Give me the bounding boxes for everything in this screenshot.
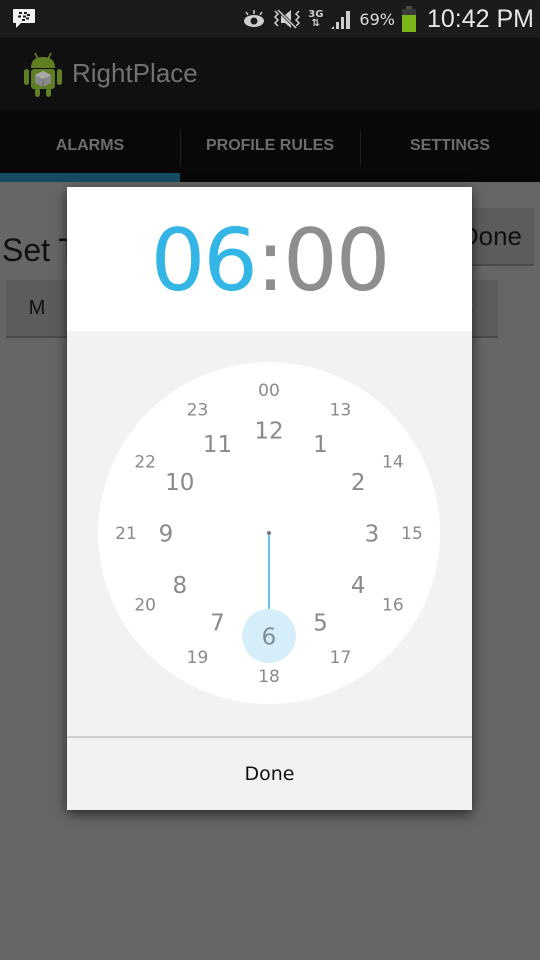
tab-settings[interactable]: SETTINGS (360, 110, 540, 182)
dial-number-inner-3[interactable]: 3 (365, 521, 380, 547)
dial-number-outer-13[interactable]: 13 (330, 400, 352, 420)
tab-alarms[interactable]: ALARMS (0, 110, 180, 182)
vibrate-mute-icon (274, 8, 301, 30)
dial-number-inner-7[interactable]: 7 (210, 610, 225, 636)
clock-face[interactable]: 121234567891011001314151617181920212223 (98, 362, 440, 704)
dial-number-outer-00[interactable]: 00 (258, 381, 280, 401)
time-separator: : (256, 211, 285, 311)
minutes-display[interactable]: 00 (283, 211, 390, 311)
dial-number-inner-6[interactable]: 6 (262, 624, 277, 650)
dial-number-inner-10[interactable]: 10 (165, 470, 194, 496)
dial-number-outer-16[interactable]: 16 (382, 596, 404, 616)
dial-number-outer-21[interactable]: 21 (115, 524, 137, 544)
dial-number-inner-12[interactable]: 12 (254, 418, 283, 444)
clock-dial[interactable]: 12 1 2 3 4 5 6 7 8 9 10 11 00 13 14 15 16 17 18 19 20 21 22 23 (98, 362, 440, 704)
blackberry-messenger-icon (13, 9, 35, 28)
done-button[interactable]: Done (67, 738, 472, 810)
app-title: RightPlace (72, 58, 198, 88)
dial-number-inner-8[interactable]: 8 (172, 573, 187, 599)
dial-number-inner-9[interactable]: 9 (159, 521, 174, 547)
dial-number-outer-14[interactable]: 14 (382, 453, 404, 473)
hours-display[interactable]: 06 (151, 211, 258, 311)
status-clock: 10:42 PM (426, 4, 534, 33)
dial-number-outer-19[interactable]: 19 (187, 648, 209, 668)
dial-number-outer-22[interactable]: 22 (134, 453, 156, 473)
tab-profile-rules[interactable]: PROFILE RULES (180, 110, 360, 182)
action-bar: RightPlace (0, 38, 540, 110)
dial-number-inner-4[interactable]: 4 (351, 573, 366, 599)
battery-percent: 69% (359, 9, 395, 29)
signal-icon (331, 11, 351, 29)
tab-bar: ALARMS PROFILE RULES SETTINGS (0, 110, 540, 182)
time-header: 06:00 (67, 187, 472, 331)
3g-data-icon: 3G ⇅ (308, 9, 324, 29)
dial-center-dot (267, 531, 271, 535)
dial-number-outer-18[interactable]: 18 (258, 667, 280, 687)
android-app-icon[interactable] (22, 50, 64, 98)
dial-number-outer-15[interactable]: 15 (401, 524, 423, 544)
battery-icon (401, 6, 416, 32)
dial-number-outer-17[interactable]: 17 (330, 648, 352, 668)
dial-number-outer-23[interactable]: 23 (187, 400, 209, 420)
status-bar: 3G ⇅ 69% 10:42 PM (0, 0, 540, 38)
dial-number-inner-5[interactable]: 5 (313, 610, 328, 636)
day-button-monday[interactable]: M (6, 280, 68, 338)
dial-number-inner-1[interactable]: 1 (313, 432, 328, 458)
eye-icon (244, 10, 265, 27)
time-display: 06:00 (67, 213, 472, 309)
dial-number-inner-11[interactable]: 11 (203, 432, 232, 458)
time-picker-dialog: 06:00 12 1 2 3 4 5 6 7 8 9 10 11 00 13 14 15 16 17 18 19 20 2… (67, 187, 472, 810)
dial-number-inner-2[interactable]: 2 (351, 470, 366, 496)
dial-number-outer-20[interactable]: 20 (134, 596, 156, 616)
